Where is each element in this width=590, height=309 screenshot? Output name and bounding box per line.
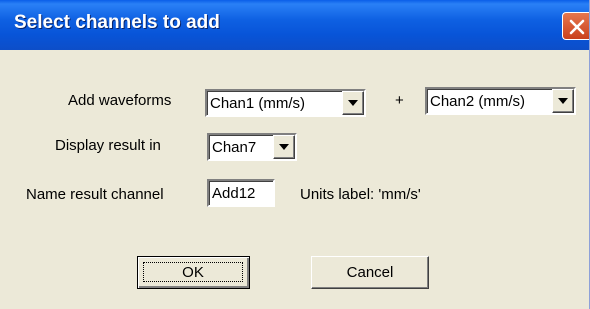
chevron-down-icon [279, 144, 289, 150]
waveform1-dropdown-button[interactable] [342, 91, 364, 115]
waveform2-value: Chan2 (mm/s) [430, 93, 526, 110]
chevron-down-icon [558, 98, 568, 104]
name-result-label: Name result channel [26, 186, 164, 203]
close-button[interactable] [562, 12, 589, 40]
result-name-field[interactable] [207, 179, 275, 207]
chevron-down-icon [348, 100, 358, 106]
title-bar[interactable]: Select channels to add [0, 0, 589, 50]
select-channels-dialog: Select channels to add Add waveforms Cha… [0, 0, 590, 309]
waveform1-value: Chan1 (mm/s) [210, 95, 306, 112]
close-icon [569, 19, 585, 35]
cancel-button[interactable]: Cancel [311, 256, 429, 289]
dialog-title: Select channels to add [14, 12, 220, 33]
add-waveforms-label: Add waveforms [68, 92, 172, 109]
display-result-label: Display result in [55, 137, 161, 154]
display-channel-value: Chan7 [212, 139, 257, 156]
waveform2-select[interactable]: Chan2 (mm/s) [425, 87, 576, 115]
display-channel-select[interactable]: Chan7 [207, 133, 297, 161]
display-channel-dropdown-button[interactable] [273, 135, 295, 159]
ok-button[interactable]: OK [137, 256, 250, 289]
waveform2-dropdown-button[interactable] [552, 89, 574, 113]
plus-label: + [395, 92, 404, 109]
units-label: Units label: 'mm/s' [300, 186, 421, 203]
ok-button-label: OK [143, 262, 243, 282]
waveform1-select[interactable]: Chan1 (mm/s) [205, 89, 366, 117]
